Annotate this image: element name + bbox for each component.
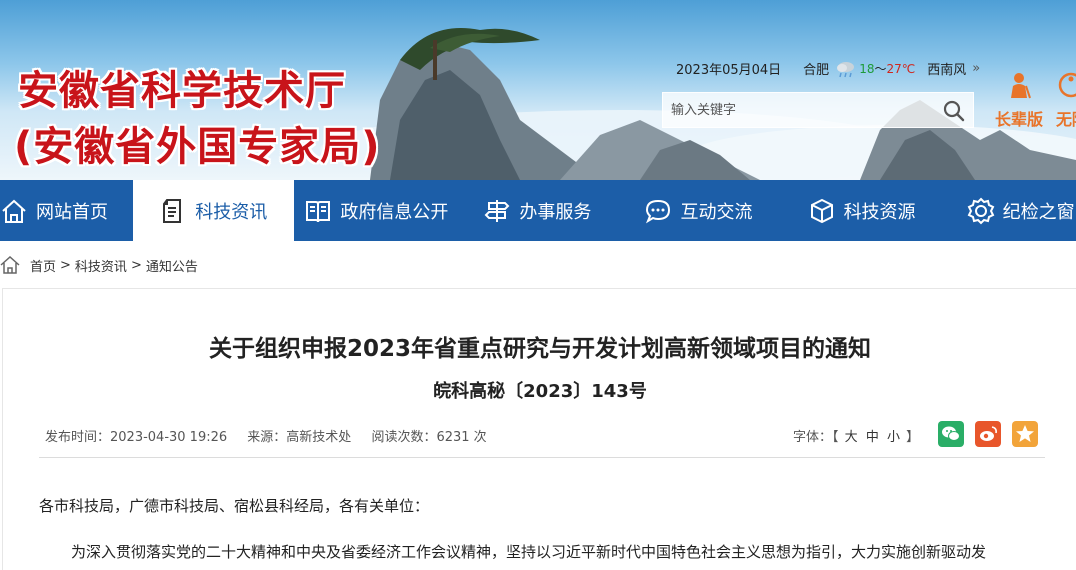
article-panel: 关于组织申报2023年省重点研究与开发计划高新领域项目的通知 皖科高秘〔2023…	[2, 288, 1076, 570]
nav-item-resources[interactable]: 科技资源	[796, 180, 957, 241]
elder-mode-label: 长辈版	[994, 110, 1043, 129]
road-sign-icon	[484, 199, 510, 222]
nav-label: 办事服务	[519, 201, 592, 223]
header-banner: 安徽省科学技术厅 (安徽省外国专家局) 2023年05月04日 合肥 18～27…	[0, 0, 1076, 180]
breadcrumb-notices[interactable]: 通知公告	[146, 256, 198, 275]
nav-label: 网站首页	[36, 201, 108, 223]
font-large-option[interactable]: 大	[845, 430, 858, 445]
main-nav: 网站首页 科技资讯 政府信息公开 办事服务 互动交流 科技资源 纪检之窗	[0, 180, 1076, 241]
breadcrumb-separator: >	[60, 257, 71, 273]
favorite-button[interactable]	[1012, 421, 1038, 447]
document-number: 皖科高秘〔2023〕143号	[433, 381, 647, 402]
font-medium-option[interactable]: 中	[866, 430, 879, 445]
nav-item-gov-info[interactable]: 政府信息公开	[294, 180, 471, 241]
home-icon	[2, 199, 26, 223]
badge-icon	[967, 197, 994, 224]
weibo-icon	[980, 426, 997, 441]
breadcrumb-separator: >	[130, 257, 142, 273]
current-date: 2023年05月04日	[676, 63, 782, 78]
breadcrumb-tech-news[interactable]: 科技资讯	[75, 256, 127, 275]
temp-low: 18	[859, 62, 875, 76]
font-size-label: 字体：	[793, 430, 833, 445]
font-small-option[interactable]: 小	[887, 430, 900, 445]
nav-label: 科技资讯	[195, 201, 268, 223]
article-source: 来源：高新技术处	[247, 430, 352, 445]
nav-label: 纪检之窗	[1002, 201, 1075, 223]
nav-item-tech-news[interactable]: 科技资讯	[133, 180, 295, 241]
nav-label: 科技资源	[843, 201, 916, 223]
accessibility-icon	[1058, 72, 1076, 98]
search-input[interactable]	[663, 93, 933, 127]
site-title-line2: (安徽省外国专家局)	[14, 124, 381, 170]
accessibility-link[interactable]: 无障	[1056, 70, 1076, 130]
nav-item-discipline[interactable]: 纪检之窗	[957, 180, 1076, 241]
article-title: 关于组织申报2023年省重点研究与开发计划高新领域项目的通知	[208, 336, 871, 362]
search-box	[662, 92, 974, 128]
search-icon[interactable]	[941, 98, 967, 124]
home-icon	[0, 256, 20, 274]
share-weibo-button[interactable]	[975, 421, 1001, 447]
temp-separator: ～	[874, 62, 887, 76]
article-body-paragraph: 为深入贯彻落实党的二十大精神和中央及省委经济工作会议精神，坚持以习近平新时代中国…	[71, 543, 987, 561]
publish-time: 发布时间：2023-04-30 19:26	[45, 430, 228, 445]
accessibility-label: 无障	[1056, 110, 1076, 129]
temperature: 18～27℃	[859, 60, 915, 77]
book-icon	[306, 200, 331, 222]
bracket-close: 】	[906, 430, 920, 445]
breadcrumb: 首页 > 科技资讯 > 通知公告	[0, 255, 198, 275]
nav-label: 政府信息公开	[340, 201, 449, 223]
temp-high: 27℃	[886, 62, 916, 76]
cloud-rain-icon	[837, 61, 855, 77]
nav-label: 互动交流	[680, 201, 753, 223]
date-weather-bar: 2023年05月04日 合肥 18～27℃ 西南风 »	[676, 59, 980, 78]
elder-person-icon	[1011, 73, 1031, 99]
elder-mode-link[interactable]: 长辈版	[994, 70, 1044, 130]
weather-more-link[interactable]: »	[972, 61, 980, 76]
article-meta: 发布时间：2023-04-30 19:26 来源：高新技术处 阅读次数：6231…	[45, 426, 503, 445]
article-greeting: 各市科技局，广德市科技局、宿松县科经局，各有关单位：	[39, 497, 430, 515]
font-size-switcher: 字体：【 大 中 小 】	[793, 426, 919, 445]
nav-item-home[interactable]: 网站首页	[0, 180, 133, 241]
weather-city: 合肥	[803, 63, 830, 78]
cube-icon	[810, 198, 833, 223]
wechat-icon	[942, 426, 960, 441]
breadcrumb-home[interactable]: 首页	[30, 256, 56, 275]
bracket-open: 【	[832, 430, 839, 445]
meta-divider	[39, 457, 1045, 458]
share-wechat-button[interactable]	[938, 421, 964, 447]
star-icon	[1016, 425, 1034, 442]
view-count: 阅读次数：6231 次	[371, 430, 487, 445]
chat-icon	[646, 199, 671, 223]
wind-direction: 西南风	[927, 63, 967, 78]
nav-item-interaction[interactable]: 互动交流	[632, 180, 795, 241]
nav-item-services[interactable]: 办事服务	[471, 180, 632, 241]
document-icon	[163, 198, 182, 223]
site-title-line1: 安徽省科学技术厅	[18, 68, 346, 114]
